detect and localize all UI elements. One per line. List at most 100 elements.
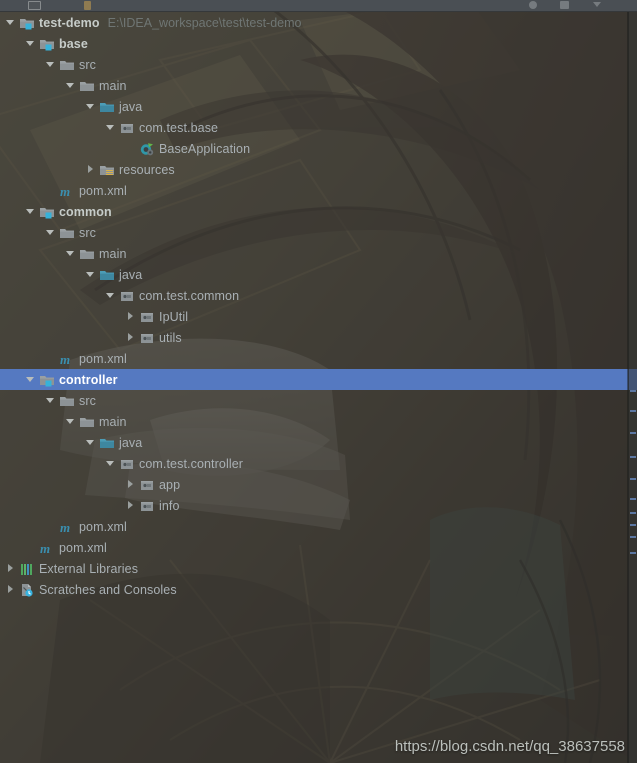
chevron-down-icon[interactable] — [106, 122, 117, 133]
project-tree[interactable]: test-demo E:\IDEA_workspace\test\test-dem… — [0, 12, 637, 600]
tree-row-base-resources[interactable]: resources — [0, 159, 637, 180]
tree-row-common-src[interactable]: src — [0, 222, 637, 243]
chevron-down-icon[interactable] — [26, 38, 37, 49]
scratches-icon — [19, 582, 35, 598]
tree-row-label: controller — [59, 372, 118, 387]
tree-row-base-main[interactable]: main — [0, 75, 637, 96]
maven-icon: m — [59, 519, 75, 535]
tree-row-label: pom.xml — [79, 351, 127, 366]
chevron-down-icon[interactable] — [6, 17, 17, 28]
tree-row-label: pom.xml — [79, 519, 127, 534]
tree-row-com-test-common[interactable]: com.test.common — [0, 285, 637, 306]
chevron-down-icon[interactable] — [46, 59, 57, 70]
tree-row-controller-src[interactable]: src — [0, 390, 637, 411]
tree-row-scratches[interactable]: Scratches and Consoles — [0, 579, 637, 600]
no-toggle-spacer — [126, 143, 137, 154]
toolbar-strip — [0, 0, 637, 12]
tree-row-root-pom[interactable]: m pom.xml — [0, 537, 637, 558]
module-folder-icon — [39, 204, 55, 220]
tree-row-common[interactable]: common — [0, 201, 637, 222]
tree-row-controller-main[interactable]: main — [0, 411, 637, 432]
tree-row-base-java[interactable]: java — [0, 96, 637, 117]
chevron-down-icon[interactable] — [86, 437, 97, 448]
tree-row-common-pom[interactable]: m pom.xml — [0, 348, 637, 369]
chevron-down-icon[interactable] — [106, 458, 117, 469]
package-icon — [139, 330, 155, 346]
source-root-icon — [99, 267, 115, 283]
tree-row-label: common — [59, 204, 112, 219]
tree-row-common-java[interactable]: java — [0, 264, 637, 285]
chevron-right-icon[interactable] — [126, 500, 137, 511]
chevron-right-icon[interactable] — [126, 332, 137, 343]
tree-row-label: src — [79, 393, 96, 408]
module-folder-icon — [39, 372, 55, 388]
collapse-icon[interactable] — [593, 2, 601, 7]
tree-row-external-libraries[interactable]: External Libraries — [0, 558, 637, 579]
chevron-down-icon[interactable] — [66, 248, 77, 259]
chevron-down-icon[interactable] — [66, 416, 77, 427]
svg-text:m: m — [60, 352, 70, 367]
resource-folder-icon — [99, 162, 115, 178]
error-stripe-gutter[interactable] — [628, 12, 637, 763]
tree-row-test-demo[interactable]: test-demo E:\IDEA_workspace\test\test-dem… — [0, 12, 637, 33]
chevron-down-icon[interactable] — [46, 395, 57, 406]
tree-row-label: resources — [119, 162, 175, 177]
chevron-right-icon[interactable] — [126, 479, 137, 490]
chevron-down-icon[interactable] — [26, 374, 37, 385]
no-toggle-spacer — [46, 185, 57, 196]
window-icon[interactable] — [28, 1, 41, 10]
maven-icon: m — [59, 351, 75, 367]
module-folder-icon — [39, 36, 55, 52]
tree-row-base[interactable]: base — [0, 33, 637, 54]
idea-project-window: test-demo E:\IDEA_workspace\test\test-dem… — [0, 0, 637, 763]
maven-icon: m — [39, 540, 55, 556]
project-path-hint: E:\IDEA_workspace\test\test-demo — [107, 15, 302, 30]
tree-row-controller-pom[interactable]: m pom.xml — [0, 516, 637, 537]
tree-row-label: java — [119, 99, 143, 114]
package-icon — [119, 120, 135, 136]
tree-row-label: app — [159, 477, 181, 492]
tree-row-controller-java[interactable]: java — [0, 432, 637, 453]
chevron-down-icon[interactable] — [46, 227, 57, 238]
svg-text:m: m — [60, 184, 70, 199]
chevron-down-icon[interactable] — [66, 80, 77, 91]
tree-row-label: com.test.base — [139, 120, 219, 135]
tree-row-BaseApplication[interactable]: BaseApplication — [0, 138, 637, 159]
folder-icon — [79, 246, 95, 262]
tree-row-com-test-base[interactable]: com.test.base — [0, 117, 637, 138]
tree-row-IpUtil[interactable]: IpUtil — [0, 306, 637, 327]
chevron-right-icon[interactable] — [126, 311, 137, 322]
minimize-icon[interactable] — [560, 1, 569, 9]
folder-icon — [79, 78, 95, 94]
tree-row-info[interactable]: info — [0, 495, 637, 516]
tree-row-label: utils — [159, 330, 182, 345]
chevron-right-icon[interactable] — [6, 584, 17, 595]
tree-row-label: src — [79, 225, 96, 240]
tree-row-utils[interactable]: utils — [0, 327, 637, 348]
tree-row-com-test-controller[interactable]: com.test.controller — [0, 453, 637, 474]
chevron-right-icon[interactable] — [6, 563, 17, 574]
chevron-right-icon[interactable] — [86, 164, 97, 175]
pin-icon[interactable] — [84, 1, 91, 10]
chevron-down-icon[interactable] — [26, 206, 37, 217]
tree-row-label: base — [59, 36, 88, 51]
spring-class-icon — [139, 141, 155, 157]
tree-row-app[interactable]: app — [0, 474, 637, 495]
chevron-down-icon[interactable] — [86, 269, 97, 280]
no-toggle-spacer — [26, 542, 37, 553]
tree-row-label: BaseApplication — [159, 141, 251, 156]
tree-row-label: IpUtil — [159, 309, 189, 324]
chevron-down-icon[interactable] — [106, 290, 117, 301]
tree-row-label: main — [99, 246, 127, 261]
tree-row-base-src[interactable]: src — [0, 54, 637, 75]
tree-row-label: info — [159, 498, 180, 513]
no-toggle-spacer — [46, 521, 57, 532]
tree-row-common-main[interactable]: main — [0, 243, 637, 264]
folder-icon — [59, 225, 75, 241]
chevron-down-icon[interactable] — [86, 101, 97, 112]
tree-row-base-pom[interactable]: m pom.xml — [0, 180, 637, 201]
settings-gear-icon[interactable] — [529, 1, 537, 9]
svg-text:m: m — [40, 541, 50, 556]
tree-row-label: Scratches and Consoles — [39, 582, 177, 597]
tree-row-controller[interactable]: controller — [0, 369, 637, 390]
